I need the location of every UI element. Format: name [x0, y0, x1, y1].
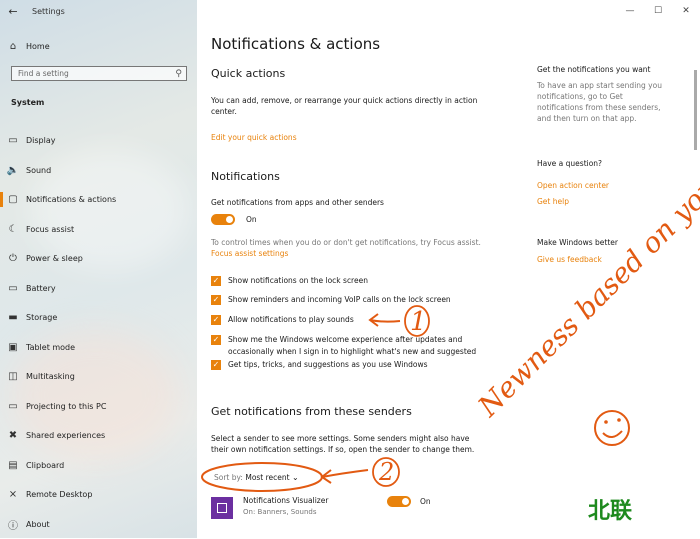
sidebar-item-clipboard[interactable]: ▤Clipboard	[0, 451, 197, 481]
sidebar-item-storage[interactable]: ▬Storage	[0, 303, 197, 333]
checkbox-welcome[interactable]: ✓	[211, 335, 221, 345]
sort-value: Most recent	[245, 473, 289, 482]
sidebar-item-label: Shared experiences	[26, 431, 105, 440]
sidebar-item-label: Sound	[26, 166, 51, 175]
question-heading: Have a question?	[537, 159, 602, 168]
sidebar-item-label: Notifications & actions	[26, 195, 116, 204]
sidebar-item-shared-experiences[interactable]: ✖Shared experiences	[0, 421, 197, 451]
sidebar-item-label: Storage	[26, 313, 57, 322]
project-icon: ▭	[0, 401, 26, 412]
window-controls: — ☐ ✕	[616, 0, 700, 22]
checkbox-label: Get tips, tricks, and suggestions as you…	[228, 359, 503, 371]
sidebar-nav: ▭Display🔈Sound▢Notifications & actions☾F…	[0, 126, 197, 539]
moon-icon: ☾	[0, 224, 26, 235]
sidebar-item-remote-desktop[interactable]: ⨯Remote Desktop	[0, 480, 197, 510]
sidebar-item-label: Tablet mode	[26, 343, 75, 352]
senders-heading: Get notifications from these senders	[211, 405, 412, 418]
info-icon: ⓘ	[0, 517, 26, 532]
quick-actions-description: You can add, remove, or rearrange your q…	[211, 95, 496, 117]
title-bar: ← Settings	[0, 0, 197, 22]
notifications-toggle[interactable]	[211, 214, 235, 225]
quick-actions-heading: Quick actions	[211, 67, 285, 80]
sidebar-item-notifications-actions[interactable]: ▢Notifications & actions	[0, 185, 197, 215]
back-arrow-icon[interactable]: ←	[0, 5, 26, 18]
minimize-icon[interactable]: —	[616, 0, 644, 22]
battery-icon: ▭	[0, 283, 26, 294]
sender-app-sub: On: Banners, Sounds	[243, 508, 316, 516]
checkbox-label: Show notifications on the lock screen	[228, 275, 503, 287]
power-icon: ⏻	[0, 253, 26, 264]
section-header: System	[11, 98, 44, 107]
checkbox-reminders[interactable]: ✓	[211, 295, 221, 305]
chevron-down-icon: ⌄	[292, 473, 299, 482]
multitask-icon: ◫	[0, 371, 26, 382]
sidebar-item-label: Projecting to this PC	[26, 402, 106, 411]
sidebar-item-tablet-mode[interactable]: ▣Tablet mode	[0, 333, 197, 363]
make-windows-better-heading: Make Windows better	[537, 238, 618, 247]
sidebar-item-sound[interactable]: 🔈Sound	[0, 156, 197, 186]
get-help-link[interactable]: Get help	[537, 197, 569, 206]
notification-icon: ▢	[0, 194, 26, 205]
home-icon: ⌂	[0, 41, 26, 52]
sidebar-item-label: Power & sleep	[26, 254, 83, 263]
search-input[interactable]: Find a setting ⚲	[11, 66, 187, 81]
open-action-center-link[interactable]: Open action center	[537, 181, 609, 190]
checkbox-label: Show me the Windows welcome experience a…	[228, 334, 490, 358]
senders-description: Select a sender to see more settings. So…	[211, 433, 481, 455]
get-notifications-heading: Get the notifications you want	[537, 65, 651, 74]
sidebar-item-label: Multitasking	[26, 372, 75, 381]
checkbox-lock-screen[interactable]: ✓	[211, 276, 221, 286]
checkbox-sounds[interactable]: ✓	[211, 315, 221, 325]
sender-app-name[interactable]: Notifications Visualizer	[243, 496, 328, 505]
sidebar-item-focus-assist[interactable]: ☾Focus assist	[0, 215, 197, 245]
storage-icon: ▬	[0, 312, 26, 323]
sidebar-item-label: Display	[26, 136, 56, 145]
main-content: — ☐ ✕ Notifications & actions Quick acti…	[197, 0, 700, 538]
sidebar-item-projecting-to-this-pc[interactable]: ▭Projecting to this PC	[0, 392, 197, 422]
notifications-toggle-label: Get notifications from apps and other se…	[211, 197, 496, 208]
remote-icon: ⨯	[0, 489, 26, 500]
get-notifications-text: To have an app start sending you notific…	[537, 80, 662, 124]
maximize-icon[interactable]: ☐	[644, 0, 672, 22]
monitor-icon: ▭	[0, 135, 26, 146]
search-icon[interactable]: ⚲	[175, 69, 182, 79]
sidebar-item-about[interactable]: ⓘAbout	[0, 510, 197, 539]
app-tile-icon[interactable]	[211, 497, 233, 519]
sidebar-item-label: Clipboard	[26, 461, 64, 470]
sidebar-item-label: Battery	[26, 284, 56, 293]
speaker-icon: 🔈	[0, 165, 26, 176]
give-feedback-link[interactable]: Give us feedback	[537, 255, 602, 264]
sidebar-item-display[interactable]: ▭Display	[0, 126, 197, 156]
page-title: Notifications & actions	[211, 35, 380, 53]
sidebar: ← Settings ⌂ Home Find a setting ⚲ Syste…	[0, 0, 197, 538]
sidebar-item-label: About	[26, 520, 50, 529]
sidebar-item-battery[interactable]: ▭Battery	[0, 274, 197, 304]
scrollbar[interactable]	[694, 70, 697, 150]
sort-dropdown[interactable]: Sort by: Most recent ⌄	[214, 473, 299, 482]
checkbox-tips[interactable]: ✓	[211, 360, 221, 370]
sidebar-item-label: Remote Desktop	[26, 490, 92, 499]
app-title: Settings	[32, 7, 65, 16]
checkbox-label: Show reminders and incoming VoIP calls o…	[228, 294, 503, 306]
sender-app-state: On	[420, 497, 431, 506]
sidebar-item-label: Focus assist	[26, 225, 74, 234]
sidebar-item-multitasking[interactable]: ◫Multitasking	[0, 362, 197, 392]
focus-assist-text: To control times when you do or don't ge…	[211, 237, 511, 248]
sort-label: Sort by:	[214, 473, 243, 482]
tablet-icon: ▣	[0, 342, 26, 353]
focus-assist-settings-link[interactable]: Focus assist settings	[211, 249, 288, 258]
sidebar-item-power-sleep[interactable]: ⏻Power & sleep	[0, 244, 197, 274]
home-label: Home	[26, 42, 50, 51]
close-icon[interactable]: ✕	[672, 0, 700, 22]
clipboard-icon: ▤	[0, 460, 26, 471]
share-icon: ✖	[0, 430, 26, 441]
edit-quick-actions-link[interactable]: Edit your quick actions	[211, 133, 297, 142]
search-placeholder: Find a setting	[18, 69, 69, 78]
checkbox-label: Allow notifications to play sounds	[228, 314, 503, 326]
notifications-heading: Notifications	[211, 170, 280, 183]
notifications-toggle-state: On	[246, 215, 257, 224]
sidebar-home[interactable]: ⌂ Home	[0, 38, 197, 54]
sender-app-toggle[interactable]	[387, 496, 411, 507]
